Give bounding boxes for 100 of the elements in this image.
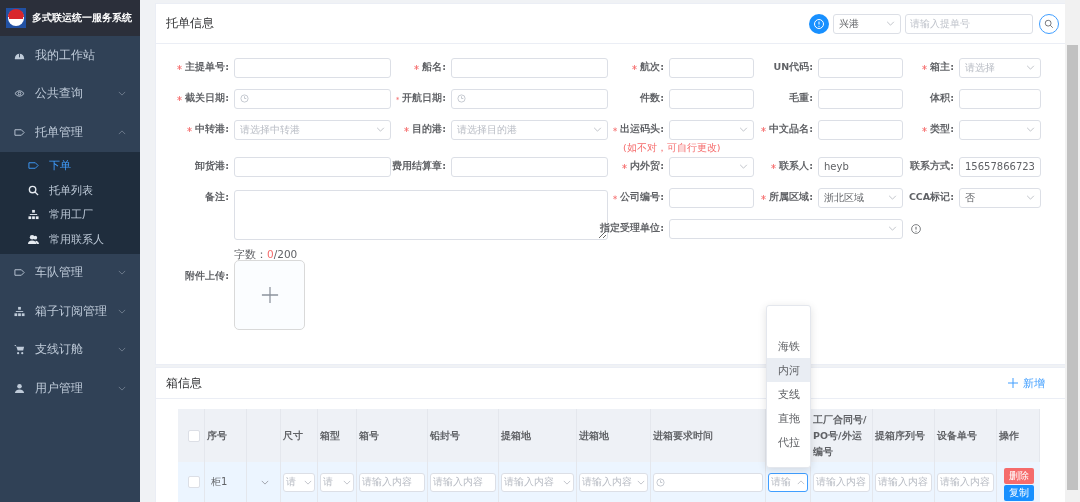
char-count: 字数：0/200: [234, 248, 299, 262]
column-header: 铅封号: [430, 428, 460, 443]
menu-item[interactable]: 公共查询: [0, 74, 140, 113]
input-field[interactable]: [451, 156, 608, 177]
section-title: 托单信息: [166, 15, 214, 32]
date-field[interactable]: [234, 88, 391, 109]
field-label: 类型:: [930, 123, 954, 136]
field-label: 箱主:: [930, 61, 954, 74]
field-label: 中转港:: [195, 123, 229, 136]
column-header: 提箱地: [501, 428, 531, 443]
select-field[interactable]: [669, 156, 754, 177]
chevron-icon: [739, 164, 748, 169]
upload-button[interactable]: [234, 260, 305, 330]
field-label: 件数:: [640, 92, 664, 105]
chevron-icon: [343, 479, 351, 485]
dropdown-option[interactable]: 直拖: [767, 406, 810, 430]
input-field[interactable]: [669, 88, 754, 109]
input-field[interactable]: heyb: [818, 156, 903, 177]
input-field[interactable]: [451, 57, 608, 78]
date-field[interactable]: [451, 88, 608, 109]
input-field[interactable]: [818, 88, 903, 109]
clock-icon: [457, 94, 466, 103]
field-label: 公司编号:: [620, 191, 664, 204]
chevron-icon: [118, 308, 126, 314]
field-label: 联系方式:: [910, 160, 954, 173]
dropdown-option[interactable]: 支线: [767, 382, 810, 406]
input-field[interactable]: [669, 57, 754, 78]
field-label: 目的港:: [412, 123, 446, 136]
column-header: 操作: [999, 428, 1019, 443]
tag-icon: [14, 267, 25, 279]
tag-icon: [14, 126, 25, 138]
menu-item[interactable]: 箱子订阅管理: [0, 292, 140, 331]
input-field[interactable]: [818, 57, 903, 78]
chevron-icon: [304, 479, 312, 485]
select-field[interactable]: 浙北区域: [818, 187, 903, 208]
field-label: 船名:: [422, 61, 446, 74]
chevron-icon: [1026, 195, 1035, 200]
chevron-icon: [888, 226, 897, 231]
input-field[interactable]: 15657866723: [959, 156, 1041, 177]
eye-icon: [14, 88, 25, 100]
field-label: 指定受理单位:: [600, 222, 664, 235]
info-icon: [911, 223, 921, 234]
select-field[interactable]: [669, 218, 903, 239]
chevron-icon: [637, 479, 645, 485]
chevron-icon: [118, 347, 126, 353]
menu-item[interactable]: 我的工作站: [0, 36, 140, 75]
chevron-icon: [886, 21, 895, 26]
field-label: UN代码:: [773, 61, 813, 74]
scrollbar[interactable]: [1065, 0, 1080, 502]
column-header: 提箱序列号: [875, 428, 925, 443]
field-label: 主提单号:: [185, 61, 229, 74]
chevron-icon: [563, 479, 571, 485]
checkbox[interactable]: [188, 476, 200, 488]
menu-item[interactable]: 支线订舱: [0, 330, 140, 369]
date-field[interactable]: [653, 472, 763, 492]
input-field[interactable]: [818, 119, 903, 140]
clock-icon: [656, 477, 665, 487]
plus-icon: [1008, 378, 1018, 388]
input-field[interactable]: [959, 88, 1041, 109]
chevron-icon: [118, 270, 126, 276]
column-header: 箱号: [359, 428, 379, 443]
dropdown-option[interactable]: 内河: [767, 358, 810, 382]
select-field[interactable]: [669, 119, 754, 140]
select-field[interactable]: [959, 119, 1041, 140]
field-label: 体积:: [930, 92, 954, 105]
column-header: 尺寸: [283, 428, 303, 443]
column-header: 设备单号: [937, 428, 977, 443]
dropdown-option[interactable]: 代拉: [767, 430, 810, 454]
input-field[interactable]: [234, 57, 391, 78]
sitemap-icon: [28, 209, 39, 221]
expand-icon[interactable]: [261, 479, 269, 485]
field-label: 所属区域:: [769, 191, 813, 204]
submenu-item[interactable]: 托单列表: [0, 178, 140, 203]
checkbox[interactable]: [188, 429, 200, 442]
field-label: 备注:: [204, 190, 229, 204]
chevron-icon: [593, 127, 602, 132]
dropdown-option[interactable]: 海铁: [767, 334, 810, 358]
hint-text: (如不对，可自行更改): [623, 142, 721, 154]
port-select[interactable]: 兴港: [833, 13, 901, 34]
tag-icon: [28, 160, 39, 172]
search-button[interactable]: [1039, 13, 1059, 34]
chevron-icon: [118, 129, 126, 135]
field-label: 出运码头:: [620, 123, 664, 136]
column-header: 序号: [207, 428, 227, 443]
select-field[interactable]: 否: [959, 187, 1041, 208]
field-label: 内外贸:: [630, 160, 664, 173]
chevron-icon: [376, 127, 385, 132]
menu-item[interactable]: 车队管理: [0, 253, 140, 292]
input-field[interactable]: [234, 156, 391, 177]
menu-item[interactable]: 托单管理: [0, 113, 140, 152]
user-icon: [14, 382, 25, 394]
field-label: 毛重:: [789, 92, 813, 105]
submenu-item[interactable]: 下单: [0, 153, 140, 178]
submenu-item[interactable]: 常用联系人: [0, 227, 140, 252]
submenu-item[interactable]: 常用工厂: [0, 202, 140, 227]
column-header: 工厂合同号/PO号/外运编号: [813, 412, 868, 459]
cart-icon: [14, 344, 25, 356]
menu-item[interactable]: 用户管理: [0, 369, 140, 408]
input-field[interactable]: [669, 187, 754, 208]
logo-icon: [6, 8, 26, 28]
